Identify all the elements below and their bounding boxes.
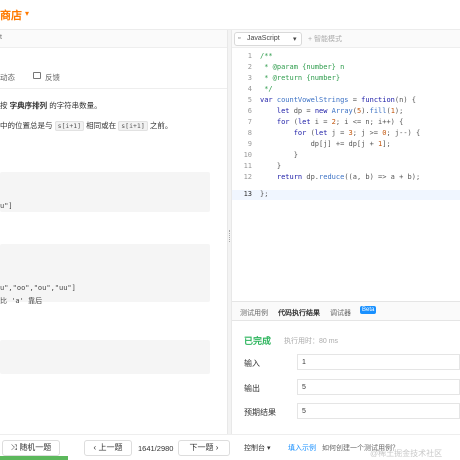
next-problem-button[interactable]: 下一题 › [178,440,230,456]
tab-debugger[interactable]: 调试器 [330,308,351,318]
code-line: * @param {number} n [260,63,345,71]
chevron-right-icon: › [215,443,219,452]
problem-tabs: t [0,30,227,48]
drag-handle-icon[interactable] [229,230,231,242]
tab-result[interactable]: 代码执行结果 [278,308,320,318]
problem-actions: 动态 反馈 [0,67,227,89]
code-line: return dp.reduce((a, b) => a + b); [260,173,421,181]
plus-icon: + [308,36,313,43]
feedback-link[interactable]: 反馈 [45,72,60,83]
file-icon: ▫ [238,35,241,42]
tab-partial[interactable]: t [0,34,2,41]
problem-description-line1: 按 字典序排列 的字符串数量。 [0,101,102,110]
line-number: 12 [243,173,252,181]
tab-testcase[interactable]: 测试用例 [240,308,268,318]
console-toggle[interactable]: 控制台 ▾ [244,443,270,453]
line-number: 1 [247,52,252,60]
random-problem-button[interactable]: ⤨ 随机一题 [2,440,60,456]
fill-example-link[interactable]: 填入示例 [288,443,316,453]
run-status: 已完成 [244,336,272,346]
chevron-down-icon[interactable]: ▾ [25,9,29,18]
problem-panel: t 动态 反馈 按 字典序排列 的字符串数量。 中的位置总是与 s[i+1] 相… [0,30,227,434]
example-output: u","oo","ou","uu"] [0,284,76,292]
code-editor[interactable]: 1 2 3 4 5 6 7 8 9 10 11 12 13 /** * @par… [232,49,460,301]
line-number: 10 [243,151,252,159]
line-number: 6 [247,107,252,115]
runtime-label: 执行用时：80 ms [284,338,339,345]
code-line: } [260,162,282,170]
code-line: var countVowelStrings = function(n) { [260,96,416,104]
chevron-down-icon: ▾ [266,445,271,452]
line-number: 11 [243,162,252,170]
line-number: 13 [243,190,252,198]
chevron-left-icon: ‹ [93,443,97,452]
expected-value: 5 [297,403,460,419]
expected-label: 预期结果 [244,408,276,417]
code-line: * @return {number} [260,74,341,82]
feedback-icon[interactable] [33,72,41,79]
example-output: u"] [0,202,13,210]
beta-badge: Beta [360,306,377,314]
activity-link[interactable]: 动态 [0,72,15,83]
code-line: for (let j = 3; j >= 0; j--) { [260,129,421,137]
output-value: 5 [297,379,460,395]
example-block-2: u","oo","ou","uu"] 比 'a' 靠后 [0,244,210,305]
line-number: 2 [247,63,252,71]
shuffle-icon: ⤨ [10,443,18,452]
status-indicator [0,456,68,460]
language-select[interactable]: ▫ JavaScript ▾ [234,32,302,46]
code-line: }; [260,190,269,198]
code-line: dp[j] += dp[j + 1]; [260,140,391,148]
code-line: */ [260,85,273,93]
code-line: } [260,151,298,159]
code-line: /** [260,52,273,60]
example-block-3 [0,340,210,374]
problem-counter: 1641/2980 [138,444,174,453]
store-link[interactable]: 商店 [0,7,22,23]
problem-description-line2: 中的位置总是与 s[i+1] 相同或在 s[i+1] 之前。 [0,121,173,131]
editor-toolbar: ▫ JavaScript ▾ + 智能模式 [232,30,460,48]
code-line: for (let i = 2; i <= n; i++) { [260,118,404,126]
line-number: 8 [247,129,252,137]
code-chip: s[i+1] [54,121,85,131]
code-line: let dp = new Array(5).fill(1); [260,107,404,115]
example-explanation: 比 'a' 靠后 [0,297,43,305]
line-number: 9 [247,140,252,148]
output-label: 输出 [244,384,260,393]
chevron-down-icon: ▾ [293,36,297,43]
input-label: 输入 [244,359,260,368]
example-block-1: u"] [0,172,210,212]
top-bar: 商店 ▾ [0,0,460,30]
line-number: 7 [247,118,252,126]
smart-mode-toggle[interactable]: + 智能模式 [308,34,342,44]
watermark: @稀土掘金技术社区 [370,449,443,458]
line-number: 5 [247,96,252,104]
console-tabs: 测试用例 代码执行结果 调试器 Beta [232,301,460,321]
line-number: 3 [247,74,252,82]
prev-problem-button[interactable]: ‹ 上一题 [84,440,132,456]
line-number: 4 [247,85,252,93]
code-chip: s[i+1] [118,121,148,131]
input-value: 1 [297,354,460,370]
